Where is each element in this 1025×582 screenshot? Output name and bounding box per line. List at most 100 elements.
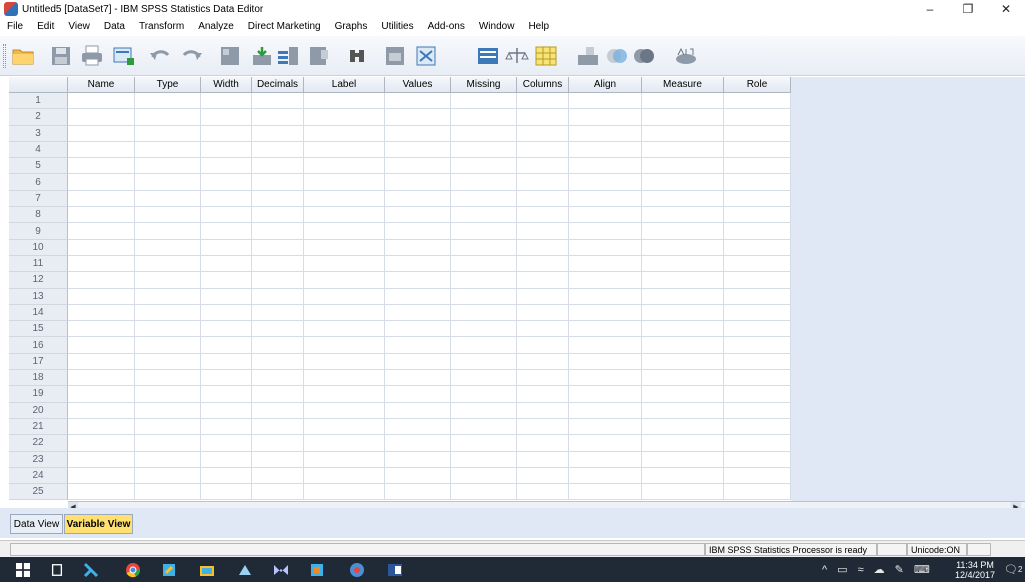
grid-cell[interactable] [135,125,201,142]
row-number[interactable]: 22 [9,435,68,452]
grid-cell[interactable] [201,386,252,403]
grid-cell[interactable] [569,239,642,256]
grid-cell[interactable] [252,435,304,452]
menu-utilities[interactable]: Utilities [374,21,420,32]
grid-cell[interactable] [451,288,517,305]
row-number[interactable]: 13 [9,288,68,305]
use-variable-sets-icon[interactable] [605,45,629,67]
grid-cell[interactable] [385,484,451,501]
grid-cell[interactable] [304,288,385,305]
grid-cell[interactable] [68,207,135,224]
grid-cell[interactable] [135,93,201,110]
row-number[interactable]: 20 [9,402,68,419]
row-number[interactable]: 24 [9,467,68,485]
grid-cell[interactable] [135,288,201,305]
grid-cell[interactable] [135,402,201,419]
grid-cell[interactable] [517,418,569,436]
grid-cell[interactable] [451,125,517,142]
grid-cell[interactable] [642,158,724,175]
grid-cell[interactable] [385,190,451,208]
grid-cell[interactable] [135,207,201,224]
grid-cell[interactable] [724,207,791,224]
col-header-align[interactable]: Align [569,77,642,93]
row-number[interactable]: 9 [9,223,68,240]
menu-transform[interactable]: Transform [132,21,191,32]
col-header-values[interactable]: Values [385,77,451,93]
grid-cell[interactable] [201,353,252,371]
grid-cell[interactable] [724,125,791,142]
grid-cell[interactable] [201,288,252,305]
grid-cell[interactable] [135,370,201,387]
grid-cell[interactable] [724,255,791,273]
grid-cell[interactable] [201,109,252,126]
grid-cell[interactable] [385,109,451,126]
grid-cell[interactable] [304,223,385,240]
grid-cell[interactable] [642,467,724,485]
split-file-icon[interactable] [476,45,500,67]
grid-cell[interactable] [68,451,135,468]
row-number[interactable]: 4 [9,141,68,159]
row-number[interactable]: 12 [9,272,68,289]
grid-cell[interactable] [385,288,451,305]
grid-cell[interactable] [252,125,304,142]
toolbar-grip[interactable] [3,44,6,68]
grid-cell[interactable] [252,93,304,110]
grid-cell[interactable] [385,255,451,273]
grid-cell[interactable] [517,386,569,403]
grid-cell[interactable] [304,451,385,468]
grid-cell[interactable] [642,272,724,289]
grid-cell[interactable] [642,451,724,468]
grid-cell[interactable] [569,109,642,126]
task-view-icon[interactable] [48,561,66,578]
grid-cell[interactable] [68,484,135,501]
grid-cell[interactable] [135,174,201,191]
grid-cell[interactable] [201,158,252,175]
grid-cell[interactable] [252,288,304,305]
grid-cell[interactable] [451,467,517,485]
chrome-icon[interactable] [124,561,142,578]
insert-variable-icon[interactable] [414,45,438,67]
undo-icon[interactable] [148,45,172,67]
grid-cell[interactable] [517,304,569,322]
grid-cell[interactable] [68,288,135,305]
grid-cell[interactable] [252,109,304,126]
grid-cell[interactable] [517,321,569,338]
grid-cell[interactable] [517,93,569,110]
grid-cell[interactable] [135,239,201,256]
taskbar-clock[interactable]: 11:34 PM 12/4/2017 [953,560,997,580]
grid-cell[interactable] [724,337,791,354]
row-number[interactable]: 21 [9,418,68,436]
grid-cell[interactable] [385,304,451,322]
grid-cell[interactable] [252,207,304,224]
grid-cell[interactable] [517,125,569,142]
grid-cell[interactable] [724,174,791,191]
grid-cell[interactable] [642,207,724,224]
grid-cell[interactable] [201,321,252,338]
grid-cell[interactable] [642,239,724,256]
grid-cell[interactable] [68,353,135,371]
close-button[interactable]: ✕ [987,0,1025,18]
grid-cell[interactable] [569,418,642,436]
grid-cell[interactable] [517,467,569,485]
grid-cell[interactable] [451,190,517,208]
maximize-button[interactable]: ❐ [949,0,987,18]
grid-cell[interactable] [569,125,642,142]
grid-cell[interactable] [304,370,385,387]
col-header-columns[interactable]: Columns [517,77,569,93]
grid-cell[interactable] [201,223,252,240]
grid-cell[interactable] [569,386,642,403]
grid-cell[interactable] [451,239,517,256]
grid-cell[interactable] [201,418,252,436]
grid-cell[interactable] [304,272,385,289]
grid-cell[interactable] [385,370,451,387]
grid-cell[interactable] [252,158,304,175]
grid-cell[interactable] [252,272,304,289]
col-header-name[interactable]: Name [68,77,135,93]
grid-cell[interactable] [252,223,304,240]
grid-cell[interactable] [385,353,451,371]
tray-onedrive-icon[interactable]: ☁ [874,563,885,576]
grid-cell[interactable] [304,337,385,354]
grid-cell[interactable] [724,484,791,501]
action-center[interactable]: 🗨 2 [1004,557,1022,582]
grid-cell[interactable] [385,207,451,224]
